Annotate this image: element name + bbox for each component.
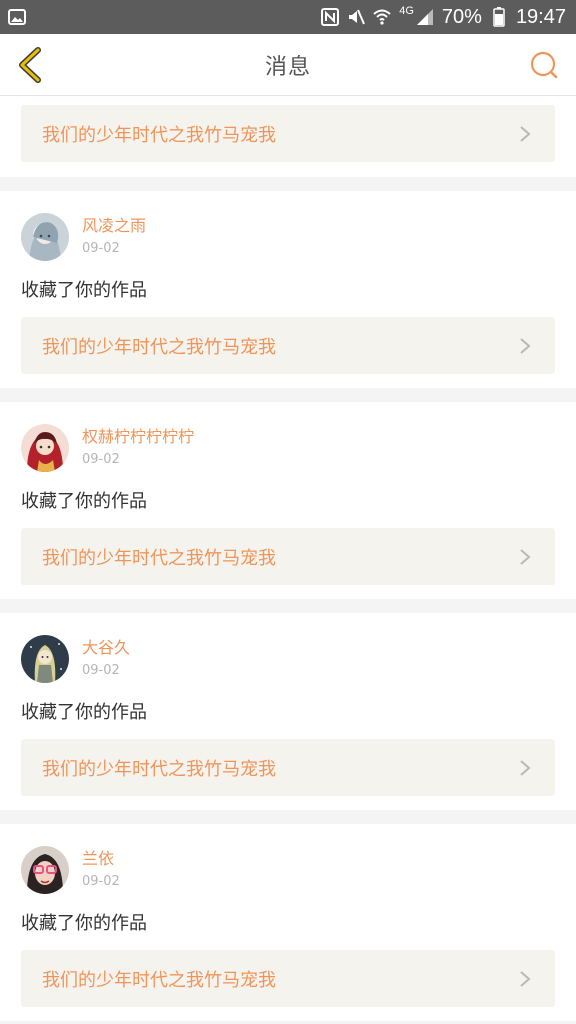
avatar[interactable]	[21, 846, 69, 894]
message-date: 09-02	[82, 452, 120, 467]
work-link[interactable]: 我们的少年时代之我竹马宠我	[21, 105, 555, 162]
action-text: 收藏了你的作品	[21, 913, 147, 934]
work-link[interactable]: 我们的少年时代之我竹马宠我	[21, 317, 555, 374]
username[interactable]: 兰依	[82, 848, 120, 870]
work-title: 我们的少年时代之我竹马宠我	[42, 547, 276, 569]
back-button[interactable]	[10, 45, 50, 85]
battery-percent: 70%	[441, 5, 482, 28]
work-link[interactable]: 我们的少年时代之我竹马宠我	[21, 528, 555, 585]
user-row: 大谷久 09-02	[21, 633, 555, 685]
clock: 19:47	[515, 5, 566, 28]
gallery-notification-icon	[8, 8, 26, 26]
work-title: 我们的少年时代之我竹马宠我	[42, 758, 276, 780]
work-title: 我们的少年时代之我竹马宠我	[42, 124, 276, 146]
message-date: 09-02	[82, 241, 120, 256]
work-link[interactable]: 我们的少年时代之我竹马宠我	[21, 739, 555, 796]
mute-icon	[347, 8, 366, 26]
signal-icon	[416, 8, 434, 26]
status-bar: 4G 70% 19:47	[0, 0, 576, 34]
search-icon	[530, 51, 558, 79]
card-divider	[0, 599, 576, 613]
chevron-right-icon	[519, 125, 533, 143]
user-row: 风凌之雨 09-02	[21, 211, 555, 263]
message-card: 权赫柠柠柠柠柠 09-02 收藏了你的作品 我们的少年时代之我竹马宠我	[0, 402, 576, 599]
username[interactable]: 风凌之雨	[82, 215, 146, 237]
card-divider	[0, 177, 576, 191]
chevron-right-icon	[519, 759, 533, 777]
card-divider	[0, 388, 576, 402]
chevron-right-icon	[519, 970, 533, 988]
avatar[interactable]	[21, 635, 69, 683]
battery-icon	[490, 7, 508, 27]
message-card: 风凌之雨 09-02 收藏了你的作品 我们的少年时代之我竹马宠我	[0, 191, 576, 388]
message-card-partial: 我们的少年时代之我竹马宠我	[0, 96, 576, 177]
chevron-right-icon	[519, 337, 533, 355]
action-text: 收藏了你的作品	[21, 702, 147, 723]
chevron-right-icon	[519, 548, 533, 566]
work-title: 我们的少年时代之我竹马宠我	[42, 336, 276, 358]
page-title: 消息	[264, 54, 311, 80]
message-card: 大谷久 09-02 收藏了你的作品 我们的少年时代之我竹马宠我	[0, 613, 576, 810]
message-date: 09-02	[82, 874, 120, 889]
user-row: 兰依 09-02	[21, 844, 555, 896]
network-type: 4G	[399, 5, 414, 17]
navigation-header: 消息	[0, 34, 576, 96]
avatar[interactable]	[21, 213, 69, 261]
user-row: 权赫柠柠柠柠柠 09-02	[21, 422, 555, 474]
work-link[interactable]: 我们的少年时代之我竹马宠我	[21, 950, 555, 1007]
message-card: 兰依 09-02 收藏了你的作品 我们的少年时代之我竹马宠我	[0, 824, 576, 1021]
work-title: 我们的少年时代之我竹马宠我	[42, 969, 276, 991]
username[interactable]: 权赫柠柠柠柠柠	[82, 426, 194, 448]
wifi-icon	[373, 8, 391, 26]
avatar[interactable]	[21, 424, 69, 472]
action-text: 收藏了你的作品	[21, 280, 147, 301]
message-feed: 我们的少年时代之我竹马宠我 风凌之雨 09-02 收藏了你的作品 我们的少年时代…	[0, 96, 576, 1024]
card-divider	[0, 810, 576, 824]
action-text: 收藏了你的作品	[21, 491, 147, 512]
message-date: 09-02	[82, 663, 120, 678]
username[interactable]: 大谷久	[82, 637, 130, 659]
chevron-left-icon	[19, 47, 41, 83]
search-button[interactable]	[526, 47, 562, 83]
nfc-icon	[321, 8, 340, 26]
